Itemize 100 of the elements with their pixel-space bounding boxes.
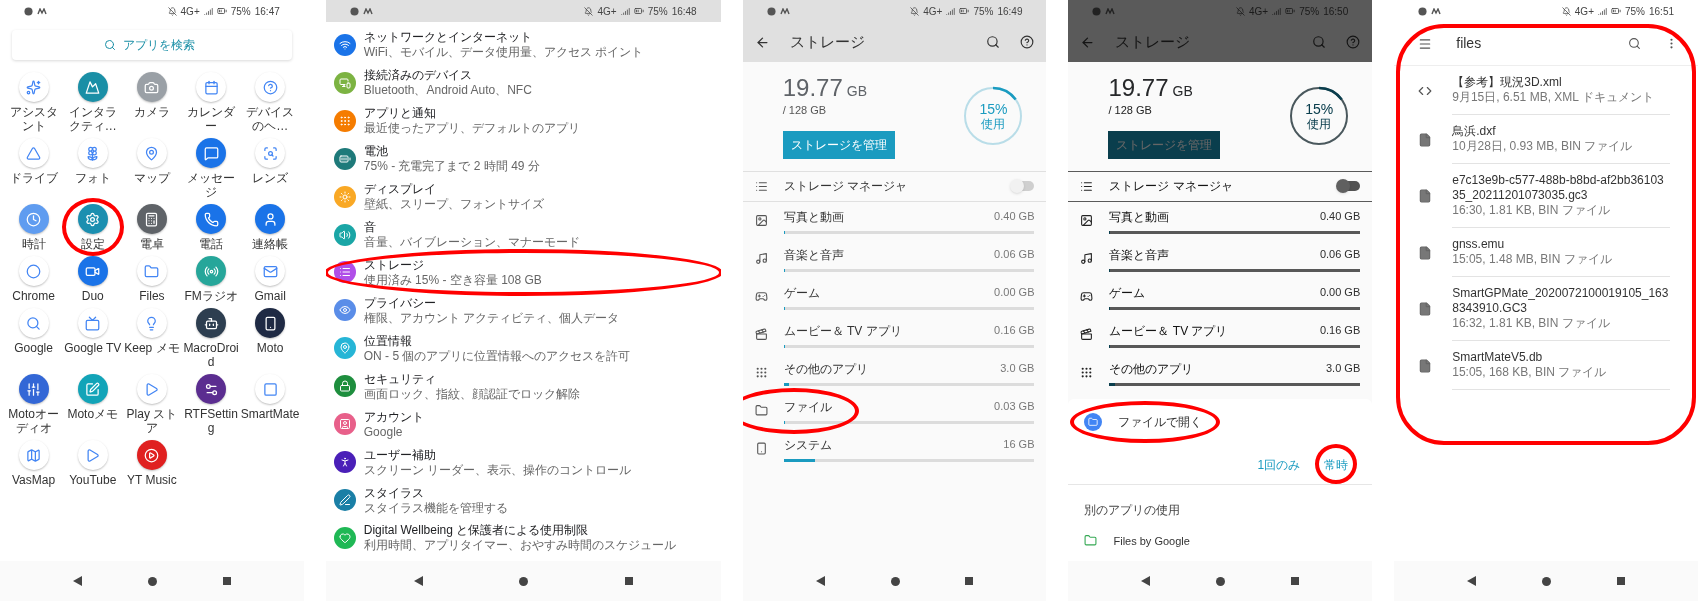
- setting-title[interactable]: プライバシー: [363, 295, 620, 311]
- app-label: マップ: [132, 171, 172, 185]
- file-name[interactable]: 【参考】現況3D.xml: [1452, 75, 1671, 90]
- photo-icon: [754, 214, 768, 227]
- category-size: 0.16 GB: [1319, 322, 1361, 338]
- category-label[interactable]: その他のアプリ: [1109, 359, 1194, 378]
- folder-icon[interactable]: [136, 256, 167, 286]
- app-option[interactable]: Files by Google: [1113, 532, 1190, 549]
- edit-icon[interactable]: [77, 374, 108, 404]
- home-button[interactable]: [147, 576, 157, 586]
- lens-icon[interactable]: [255, 138, 286, 168]
- app-label: SmartMate: [240, 407, 300, 421]
- category-size: 0.40 GB: [1319, 208, 1361, 224]
- camera-icon[interactable]: [136, 72, 167, 102]
- setting-title[interactable]: 音: [363, 220, 580, 236]
- setting-title[interactable]: スタイラス: [363, 485, 508, 501]
- home-button[interactable]: [519, 576, 529, 586]
- back-button[interactable]: [72, 576, 82, 586]
- file-name[interactable]: gnss.emu: [1452, 237, 1671, 252]
- calendar-icon[interactable]: [196, 72, 227, 102]
- play-icon[interactable]: [77, 440, 108, 470]
- help-icon[interactable]: [1020, 35, 1035, 49]
- app-label: Duo: [80, 289, 105, 303]
- setting-title[interactable]: セキュリティ: [363, 371, 580, 387]
- person-icon[interactable]: [255, 204, 286, 234]
- category-label[interactable]: システム: [783, 435, 832, 454]
- app-option[interactable]: ファイルで開く: [1118, 412, 1203, 431]
- back-button[interactable]: [815, 576, 825, 586]
- mountain-icon[interactable]: [77, 72, 108, 102]
- file-name[interactable]: 鳥浜.dxf: [1452, 124, 1671, 139]
- settings-icon[interactable]: [196, 374, 227, 404]
- category-label[interactable]: 写真と動画: [783, 207, 844, 226]
- pinwheel-icon[interactable]: [77, 138, 108, 168]
- toggle-switch[interactable]: [1338, 181, 1361, 191]
- home-button[interactable]: [1216, 576, 1226, 586]
- back-button[interactable]: [1141, 576, 1151, 586]
- setting-description: 利用時間、アプリタイマー、おやすみ時間のスケジュール: [363, 538, 676, 553]
- tv-icon[interactable]: [77, 308, 108, 338]
- file-name[interactable]: SmartMateV5.db: [1452, 350, 1671, 365]
- robot-icon[interactable]: [196, 308, 227, 338]
- file-name[interactable]: SmartGPMate_2020072100019105_1638343910.GC3: [1452, 286, 1671, 316]
- photo-icon: [1080, 214, 1094, 227]
- square-icon[interactable]: [255, 374, 286, 404]
- home-button[interactable]: [1542, 576, 1552, 586]
- back-button[interactable]: [413, 576, 423, 586]
- map-icon[interactable]: [18, 440, 49, 470]
- setting-title[interactable]: 電池: [363, 144, 540, 160]
- category-label[interactable]: ゲーム: [1109, 283, 1146, 302]
- category-label[interactable]: 写真と動画: [1109, 207, 1170, 226]
- equalizer-icon[interactable]: [18, 374, 49, 404]
- document-icon: [1418, 189, 1433, 203]
- sparkle-icon[interactable]: [18, 72, 49, 102]
- recents-button[interactable]: [624, 577, 633, 585]
- category-label[interactable]: 音楽と音声: [1109, 245, 1170, 264]
- clock-icon[interactable]: [18, 204, 49, 234]
- search-icon[interactable]: [1628, 37, 1642, 50]
- setting-title[interactable]: ネットワークとインターネット: [363, 30, 644, 46]
- smartphone-icon[interactable]: [255, 308, 286, 338]
- recents-button[interactable]: [222, 577, 231, 585]
- toggle-switch[interactable]: [1012, 181, 1035, 191]
- category-label[interactable]: ムービー＆ TV アプリ: [783, 321, 902, 340]
- play-icon[interactable]: [136, 374, 167, 404]
- calculator-icon[interactable]: [136, 204, 167, 234]
- recents-button[interactable]: [965, 577, 974, 585]
- recents-button[interactable]: [1617, 577, 1626, 585]
- lightbulb-icon[interactable]: [136, 308, 167, 338]
- usage-percent: 15%: [979, 101, 1008, 118]
- setting-title[interactable]: 位置情報: [363, 333, 631, 349]
- notification-icon: [779, 7, 790, 15]
- search-field[interactable]: アプリを検索: [12, 30, 292, 60]
- phone-icon[interactable]: [196, 204, 227, 234]
- category-label[interactable]: ムービー＆ TV アプリ: [1109, 321, 1228, 340]
- category-label[interactable]: 音楽と音声: [783, 245, 844, 264]
- document-icon: [1418, 245, 1433, 260]
- category-label[interactable]: ゲーム: [783, 283, 820, 302]
- search-icon[interactable]: [986, 35, 1001, 49]
- setting-title[interactable]: Digital Wellbeing と保護者による使用制限: [363, 523, 676, 539]
- home-button[interactable]: [890, 576, 900, 586]
- message-icon[interactable]: [196, 138, 227, 168]
- setting-title[interactable]: ディスプレイ: [363, 182, 544, 198]
- category-size: 3.0 GB: [1000, 360, 1035, 376]
- app-label: YouTube: [68, 473, 118, 487]
- recents-button[interactable]: [1291, 577, 1300, 585]
- category-label[interactable]: ファイル: [783, 397, 832, 416]
- setting-title[interactable]: アカウント: [363, 409, 424, 425]
- video-camera-icon[interactable]: [77, 256, 108, 286]
- file-name[interactable]: e7c13e9b-c577-488b-b8bd-af2bb3610335_20211201073035.gc3: [1452, 173, 1671, 203]
- setting-title[interactable]: 接続済みのデバイス: [363, 68, 532, 84]
- app-label: 時計: [20, 237, 47, 251]
- menu-icon[interactable]: [1418, 36, 1433, 51]
- section-heading: 別のアプリの使用: [1084, 502, 1181, 517]
- map-pin-icon[interactable]: [136, 138, 167, 168]
- category-label[interactable]: その他のアプリ: [783, 359, 868, 378]
- app-label: YT Music: [126, 473, 178, 487]
- back-button[interactable]: [1467, 576, 1477, 586]
- radio-icon[interactable]: [196, 256, 227, 286]
- mail-icon[interactable]: [255, 256, 286, 286]
- setting-title[interactable]: アプリと通知: [363, 106, 580, 122]
- setting-title[interactable]: ユーザー補助: [363, 447, 632, 463]
- setting-title[interactable]: ストレージ: [363, 258, 542, 273]
